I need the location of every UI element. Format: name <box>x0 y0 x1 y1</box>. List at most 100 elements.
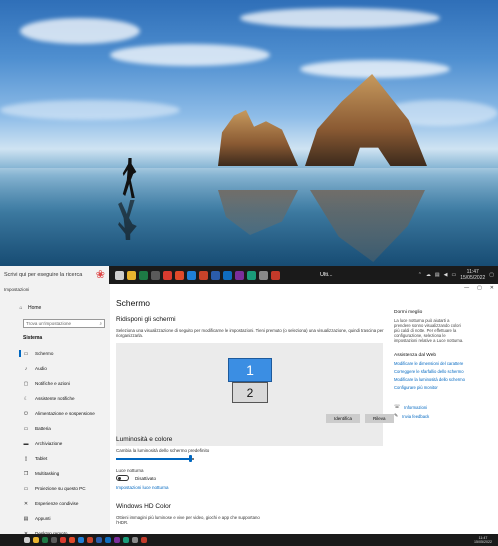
sidebar-item-label: Esperienze condivise <box>35 501 79 506</box>
night-light-row: Disattivato <box>116 475 386 481</box>
taskbar-clock[interactable]: 11:47 15/05/2022 <box>460 269 485 281</box>
maximize-icon[interactable]: ▢ <box>477 285 482 291</box>
excel-icon[interactable] <box>42 537 48 543</box>
cloud-icon[interactable]: ☁ <box>426 272 431 278</box>
onenote-icon[interactable] <box>114 537 120 543</box>
active-window-label[interactable]: Ulti... <box>320 272 333 278</box>
multitasking-icon: ❐ <box>23 470 29 477</box>
store-icon[interactable] <box>51 537 57 543</box>
notification-icon[interactable]: ▢ <box>489 272 494 278</box>
settings-window: Impostazioni ⌂ Home Trova un'impostazion… <box>0 284 498 537</box>
web-help-links: Modificare le dimensioni del carattere Co… <box>390 361 498 390</box>
taskbar-search-box[interactable]: Scrivi qui per eseguire la ricerca ❀ <box>0 266 109 284</box>
night-light-settings-link[interactable]: Impostazioni luce notturna <box>116 485 386 490</box>
sidebar-item-moon[interactable]: ☾ Assistente notifiche <box>0 391 110 406</box>
web-help-link[interactable]: Modificare le dimensioni del carattere <box>390 361 498 366</box>
task-view-icon[interactable] <box>115 270 124 280</box>
chrome-icon[interactable] <box>163 270 172 280</box>
file-explorer-icon[interactable] <box>127 270 136 280</box>
volume-icon[interactable]: ◀ <box>444 272 448 278</box>
hdr-section: Windows HD Color Ottieni immagini più lu… <box>116 503 266 525</box>
camera-icon[interactable] <box>78 537 84 543</box>
excel-icon[interactable] <box>139 270 148 280</box>
close-icon[interactable]: ✕ <box>490 285 494 291</box>
edge-icon[interactable] <box>123 537 129 543</box>
edge-icon[interactable] <box>247 270 256 280</box>
store-icon[interactable] <box>151 270 160 280</box>
get-help-link[interactable]: ☏ Informazioni <box>390 404 498 410</box>
cloud <box>240 8 440 28</box>
home-icon: ⌂ <box>19 305 23 311</box>
sidebar-item-label: Alimentazione e sospensione <box>35 411 95 416</box>
outlook-icon[interactable] <box>223 270 232 280</box>
app-icon[interactable] <box>175 270 184 280</box>
file-explorer-icon[interactable] <box>33 537 39 543</box>
find-setting-input[interactable]: Trova un'impostazione ⌕ <box>23 319 105 328</box>
network-icon[interactable]: ▤ <box>435 272 440 278</box>
web-help-link[interactable]: Modificare la luminosità dello schermo <box>390 377 498 382</box>
pinned-red-icon[interactable] <box>141 537 147 543</box>
taskbar-top-apps <box>115 270 280 280</box>
sidebar-item-projection[interactable]: ▭ Proiezione su questo PC <box>0 481 110 496</box>
storage-icon: ▬ <box>23 440 29 447</box>
pinned-red-icon[interactable] <box>271 270 280 280</box>
powerpoint-icon[interactable] <box>87 537 93 543</box>
monitor-1[interactable]: 1 <box>228 358 272 382</box>
camera-icon[interactable] <box>187 270 196 280</box>
slider-thumb[interactable] <box>189 455 192 462</box>
sidebar-item-label: Audio <box>35 366 47 371</box>
feedback-icon: ✎ <box>394 413 399 419</box>
settings-icon[interactable] <box>259 270 268 280</box>
feedback-link[interactable]: ✎ Invia feedback <box>390 413 498 419</box>
display-buttons: Identifica Rileva <box>326 414 394 423</box>
sidebar-item-tablet[interactable]: ▯ Tablet <box>0 451 110 466</box>
clipboard-icon: ▤ <box>23 515 29 522</box>
settings-nav: ▭ Schermo ♪ Audio ▢ Notifiche e azioni ☾ Assist… <box>0 346 110 546</box>
monitor-2[interactable]: 2 <box>232 382 268 403</box>
find-placeholder: Trova un'impostazione <box>26 321 71 326</box>
settings-main: Schermo Ridisponi gli schermi Seleziona … <box>110 284 390 534</box>
clock-date: 15/05/2022 <box>474 540 492 544</box>
display-arrangement-area[interactable]: 1 2 <box>116 343 383 446</box>
word-icon[interactable] <box>211 270 220 280</box>
cloud <box>110 44 270 66</box>
sidebar-item-multitasking[interactable]: ❐ Multitasking <box>0 466 110 481</box>
app-icon[interactable] <box>69 537 75 543</box>
web-help-link[interactable]: Correggere le sfarfallio dello schermo <box>390 369 498 374</box>
sidebar-item-display[interactable]: ▭ Schermo <box>0 346 110 361</box>
sidebar-item-speaker[interactable]: ♪ Audio <box>0 361 110 376</box>
identify-button[interactable]: Identifica <box>326 414 361 423</box>
brightness-slider[interactable] <box>116 455 194 463</box>
sidebar-item-storage[interactable]: ▬ Archiviazione <box>0 436 110 451</box>
display-icon: ▭ <box>23 350 29 357</box>
sidebar-item-clipboard[interactable]: ▤ Appunti <box>0 511 110 526</box>
outlook-icon[interactable] <box>105 537 111 543</box>
word-icon[interactable] <box>96 537 102 543</box>
sidebar-item-shared[interactable]: ✕ Esperienze condivise <box>0 496 110 511</box>
sidebar-item-label: Batteria <box>35 426 51 431</box>
desktop-wallpaper <box>0 0 498 266</box>
chevron-up-icon[interactable]: ⌃ <box>418 272 422 278</box>
chrome-icon[interactable] <box>60 537 66 543</box>
settings-sidebar: Impostazioni ⌂ Home Trova un'impostazion… <box>0 284 110 537</box>
sidebar-item-notification[interactable]: ▢ Notifiche e azioni <box>0 376 110 391</box>
night-light-toggle[interactable] <box>116 475 129 481</box>
language-icon[interactable]: ▭ <box>452 272 457 278</box>
search-placeholder: Scrivi qui per eseguire la ricerca <box>4 272 83 278</box>
web-help-link[interactable]: Configurare più monitor <box>390 385 498 390</box>
taskbar-bottom-clock[interactable]: 11:47 15/05/2022 <box>474 536 498 545</box>
minimize-icon[interactable]: — <box>464 285 469 291</box>
powerpoint-icon[interactable] <box>199 270 208 280</box>
home-link[interactable]: ⌂ Home <box>0 295 110 311</box>
section-label: Sistema <box>23 335 43 341</box>
feedback-label: Invia feedback <box>402 413 430 419</box>
sidebar-item-power[interactable]: ⏻ Alimentazione e sospensione <box>0 406 110 421</box>
onenote-icon[interactable] <box>235 270 244 280</box>
task-view-icon[interactable] <box>24 537 30 543</box>
system-tray: ⌃ ☁ ▤ ◀ ▭ 11:47 15/05/2022 ▢ <box>418 269 498 281</box>
settings-right-column: — ▢ ✕ Dormi meglio La luce notturna può … <box>390 284 498 534</box>
settings-icon[interactable] <box>132 537 138 543</box>
sidebar-item-battery[interactable]: ▭ Batteria <box>0 421 110 436</box>
page-title: Schermo <box>116 298 151 308</box>
moon-icon: ☾ <box>23 395 29 402</box>
